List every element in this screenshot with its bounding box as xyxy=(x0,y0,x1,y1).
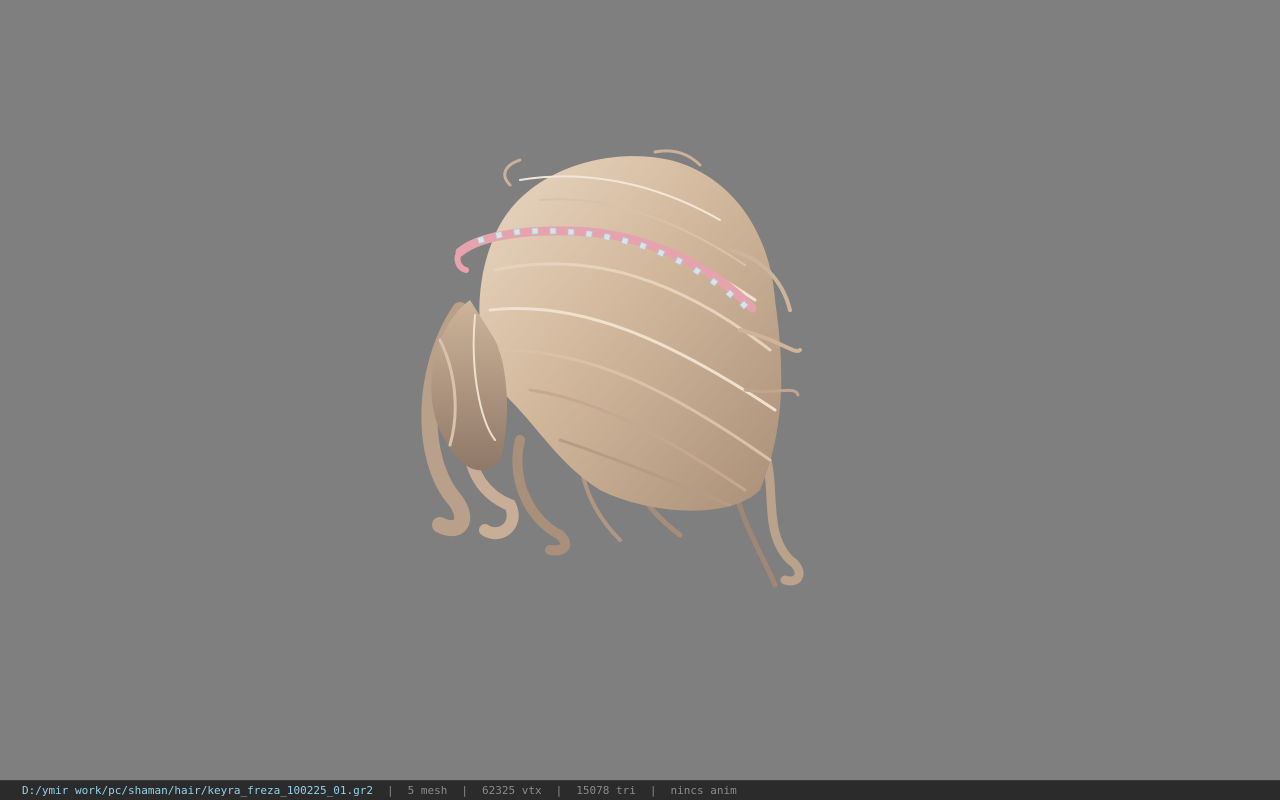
hair-model xyxy=(421,149,804,588)
separator: | xyxy=(387,784,394,797)
triangle-count: 15078 tri xyxy=(576,784,636,797)
separator: | xyxy=(555,784,563,797)
vertex-count: 62325 vtx xyxy=(482,784,542,797)
separator: | xyxy=(461,784,468,797)
3d-viewport[interactable] xyxy=(0,0,1280,780)
file-path: D:/ymir work/pc/shaman/hair/keyra_freza_… xyxy=(22,784,373,797)
status-bar: D:/ymir work/pc/shaman/hair/keyra_freza_… xyxy=(0,780,1280,800)
mesh-count: 5 mesh xyxy=(407,784,448,797)
animation-status: nincs anim xyxy=(670,784,737,797)
separator: | xyxy=(649,784,657,797)
